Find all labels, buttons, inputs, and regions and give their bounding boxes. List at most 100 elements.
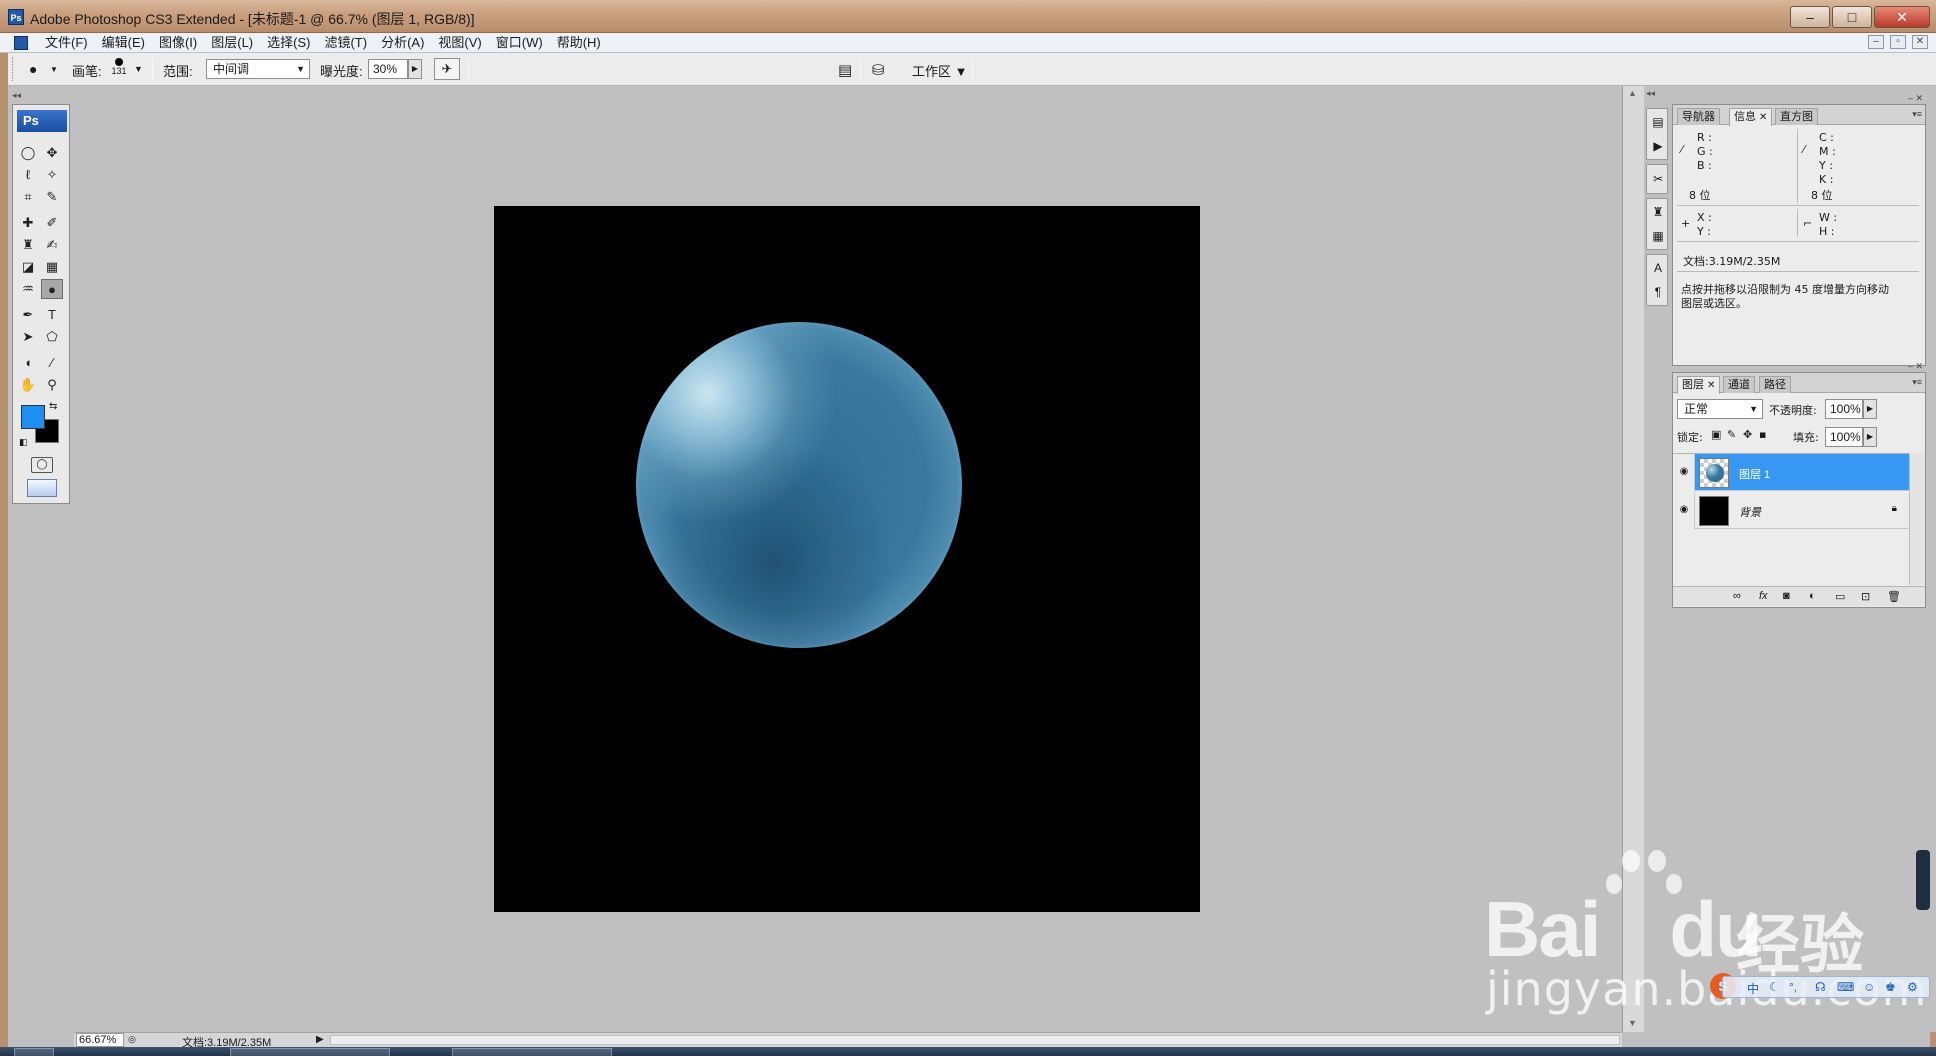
lock-position-icon[interactable]: ✥ [1743, 428, 1752, 441]
tool-presets-icon[interactable]: ✂ [1649, 170, 1667, 188]
panel-minimize-icon[interactable]: – [1908, 361, 1913, 371]
options-grip[interactable] [12, 57, 16, 81]
fill-input[interactable]: 100% [1825, 427, 1863, 447]
default-colors-icon[interactable]: ◧ [19, 437, 28, 448]
eye-icon[interactable]: ◉ [1677, 503, 1691, 517]
adjustment-icon[interactable]: ◐ [1809, 590, 1816, 602]
lock-pixels-icon[interactable]: ✎ [1727, 428, 1736, 441]
gradient-tool-icon[interactable]: ▦ [41, 257, 63, 277]
crop-tool-icon[interactable]: ⌗ [17, 187, 39, 207]
layer-comps-icon[interactable]: ▦ [1649, 227, 1667, 245]
menu-select[interactable]: 选择(S) [260, 35, 317, 51]
layers-scrollbar[interactable] [1909, 453, 1925, 585]
type-tool-icon[interactable]: T [41, 305, 63, 325]
scroll-down-icon[interactable]: ▼ [1628, 1018, 1637, 1028]
ime-skin-icon[interactable]: ♚ [1885, 980, 1896, 994]
menu-layer[interactable]: 图层(L) [204, 35, 260, 51]
panel-close-icon[interactable]: ✕ [1915, 361, 1923, 372]
taskbar-item[interactable] [452, 1048, 612, 1056]
screen-mode-button[interactable] [27, 479, 57, 497]
ime-voice-icon[interactable]: ☊ [1815, 980, 1826, 994]
path-select-icon[interactable]: ➤ [17, 327, 39, 347]
paragraph-panel-icon[interactable]: ¶ [1649, 283, 1667, 301]
new-layer-icon[interactable]: ⊡ [1861, 590, 1870, 603]
zoom-tool-icon[interactable]: ⚲ [41, 375, 63, 395]
ps-app-icon[interactable]: Ps [8, 9, 24, 25]
blur-tool-icon[interactable]: ♒ [17, 279, 39, 299]
character-panel-icon[interactable]: A [1649, 259, 1667, 277]
menu-window[interactable]: 窗口(W) [489, 35, 550, 51]
brush-picker[interactable]: 131 [108, 57, 130, 83]
expand-dock-icon[interactable]: ◂◂ [1646, 88, 1655, 99]
tab-close-icon[interactable]: ✕ [1707, 380, 1715, 391]
eyedropper-icon[interactable]: ⁄ [41, 353, 63, 373]
history-brush-icon[interactable]: ✍ [41, 235, 63, 255]
minimize-button[interactable]: – [1790, 6, 1830, 28]
doc-icon[interactable] [14, 36, 28, 50]
horizontal-scrollbar[interactable] [330, 1035, 1620, 1045]
quick-mask-button[interactable]: ◯ [31, 457, 53, 473]
tool-preset-picker[interactable]: ● ▼ [24, 58, 60, 80]
lock-transparent-icon[interactable]: ▣ [1711, 428, 1721, 441]
bridge-icon[interactable]: ⛁ [872, 61, 885, 79]
hand-tool-icon[interactable]: ✋ [17, 375, 39, 395]
layer-name[interactable]: 背景 [1739, 504, 1761, 520]
tab-paths[interactable]: 路径 [1759, 376, 1791, 393]
menu-file[interactable]: 文件(F) [38, 35, 95, 51]
brushes-panel-icon[interactable]: ▤ [1649, 113, 1667, 131]
menu-edit[interactable]: 编辑(E) [95, 35, 152, 51]
clone-stamp-icon[interactable]: ♜ [17, 235, 39, 255]
swap-colors-icon[interactable]: ⇆ [49, 401, 57, 412]
range-select[interactable]: 中间调 ▼ [206, 59, 310, 79]
airbrush-toggle[interactable]: ✈ [434, 58, 460, 80]
dodge-tool-icon[interactable]: ● [41, 279, 63, 299]
ime-moon-icon[interactable]: ☾ [1769, 980, 1780, 994]
layer-name[interactable]: 图层 1 [1739, 466, 1770, 482]
magic-wand-icon[interactable]: ✧ [41, 165, 63, 185]
status-icon[interactable]: ◎ [128, 1034, 136, 1045]
actions-panel-icon[interactable]: ▶ [1649, 137, 1667, 155]
tab-close-icon[interactable]: ✕ [1759, 112, 1767, 123]
close-button[interactable]: ✕ [1874, 6, 1930, 28]
collapse-icon[interactable]: ◂◂ [12, 90, 68, 100]
panel-close-icon[interactable]: ✕ [1915, 93, 1923, 104]
tab-info[interactable]: 信息 ✕ [1729, 108, 1773, 126]
ime-user-icon[interactable]: ☺ [1863, 980, 1875, 994]
eye-icon[interactable]: ◉ [1677, 465, 1691, 479]
tab-navigator[interactable]: 导航器 [1677, 108, 1720, 125]
opacity-input[interactable]: 100% [1825, 399, 1863, 419]
tab-layers[interactable]: 图层 ✕ [1677, 376, 1721, 394]
ime-tools-icon[interactable]: ⚙ [1907, 980, 1918, 994]
status-menu-icon[interactable]: ▶ [316, 1034, 324, 1045]
shape-tool-icon[interactable]: ⬠ [41, 327, 63, 347]
move-tool-icon[interactable]: ✥ [41, 143, 63, 163]
menu-help[interactable]: 帮助(H) [550, 35, 608, 51]
slice-tool-icon[interactable]: ✎ [41, 187, 63, 207]
exposure-input[interactable]: 30% [368, 59, 408, 79]
brush-tool-icon[interactable]: ✐ [41, 213, 63, 233]
start-button[interactable] [14, 1048, 54, 1056]
pen-tool-icon[interactable]: ✒ [17, 305, 39, 325]
panel-menu-icon[interactable]: ▾≡ [1912, 109, 1922, 120]
menu-image[interactable]: 图像(I) [152, 35, 204, 51]
layer-row[interactable]: ◉ 图层 1 [1673, 454, 1909, 491]
opacity-slider-button[interactable]: ▶ [1863, 399, 1877, 419]
tab-histogram[interactable]: 直方图 [1775, 108, 1818, 125]
panel-minimize-icon[interactable]: – [1908, 93, 1913, 103]
palette-well-icon[interactable]: ▤ [838, 61, 852, 79]
exposure-slider-button[interactable]: ▶ [408, 59, 422, 79]
link-icon[interactable]: ∞ [1733, 590, 1741, 602]
foreground-color-swatch[interactable] [21, 405, 45, 429]
ime-keyboard-icon[interactable]: ⌨ [1837, 980, 1854, 994]
healing-brush-icon[interactable]: ✚ [17, 213, 39, 233]
notes-tool-icon[interactable]: ◖ [17, 353, 39, 373]
menu-view[interactable]: 视图(V) [431, 35, 488, 51]
layer-row[interactable]: ◉ 背景 🔒︎ [1673, 492, 1909, 529]
workspace-menu[interactable]: 工作区 ▼ [912, 61, 968, 80]
brush-dropdown-icon[interactable]: ▼ [134, 64, 143, 74]
side-handle[interactable] [1916, 850, 1930, 910]
fx-icon[interactable]: fx [1759, 590, 1768, 602]
group-icon[interactable]: ▭ [1835, 590, 1845, 603]
lock-all-icon[interactable]: ▪ [1759, 428, 1766, 441]
ime-punct-icon[interactable]: °, [1789, 980, 1797, 994]
